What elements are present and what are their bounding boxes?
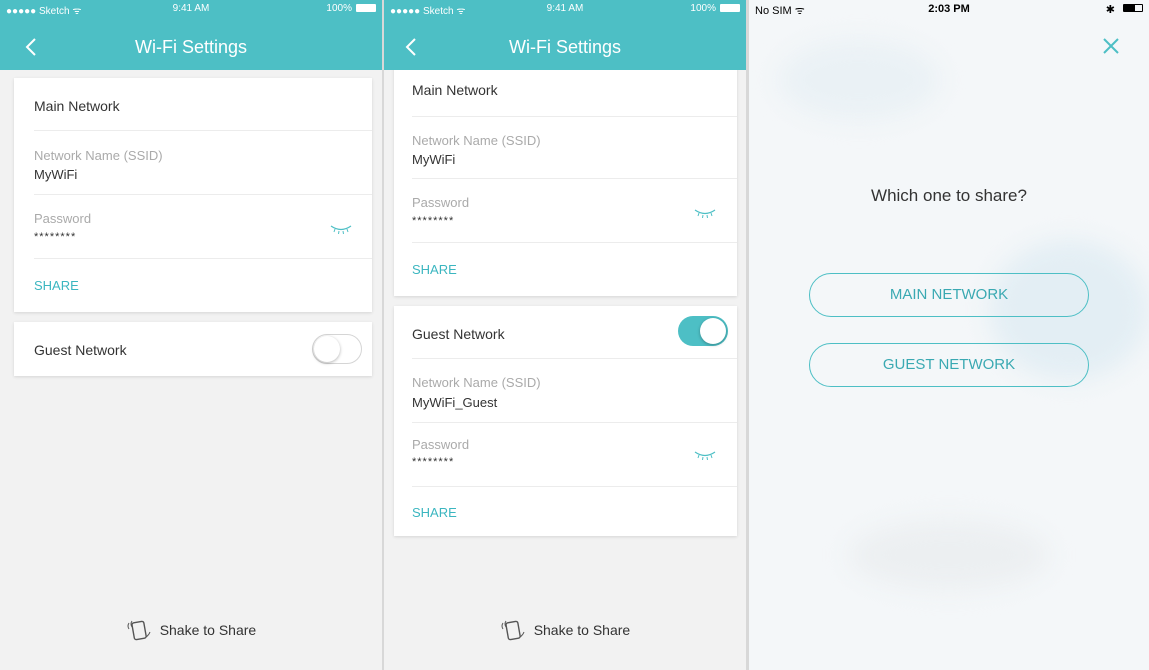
background-blur	[779, 40, 939, 120]
password-value: ********	[34, 231, 77, 243]
page-title: Wi-Fi Settings	[508, 37, 622, 57]
ssid-value: MyWiFi	[412, 152, 456, 167]
battery-icon	[720, 4, 740, 12]
eye-closed-icon[interactable]	[694, 450, 716, 460]
battery-icon	[1123, 4, 1143, 12]
password-value: ********	[412, 215, 455, 227]
status-battery-text: 100%	[690, 3, 716, 14]
share-question: Which one to share?	[871, 186, 1027, 205]
divider	[412, 116, 737, 117]
password-label: Password	[412, 195, 470, 210]
status-time: 2:03 PM	[928, 3, 970, 15]
status-bar: No SIM ᯤ 2:03 PM ✱	[749, 0, 1149, 17]
ssid-value: MyWiFi	[34, 167, 78, 182]
guest-network-toggle[interactable]	[678, 316, 728, 346]
divider	[34, 258, 372, 259]
guest-share-button[interactable]: SHARE	[412, 505, 457, 520]
share-button[interactable]: SHARE	[412, 262, 457, 277]
divider	[412, 486, 737, 487]
guest-ssid-value: MyWiFi_Guest	[412, 395, 498, 410]
screen-wifi-settings-guest-off: ●●●●● Sketch ᯤ 9:41 AM 100% Wi-Fi Settin…	[0, 0, 382, 670]
guest-network-title: Guest Network	[34, 342, 127, 358]
screen-share-chooser: No SIM ᯤ 2:03 PM ✱ Which one to share? M…	[749, 0, 1149, 670]
main-network-card: Main Network Network Name (SSID) MyWiFi …	[394, 60, 737, 296]
page-title: Wi-Fi Settings	[134, 37, 248, 57]
status-bar: ●●●●● Sketch ᯤ 9:41 AM 100%	[0, 0, 382, 17]
guest-password-label: Password	[412, 437, 470, 452]
divider	[412, 178, 737, 179]
guest-password-value: ********	[412, 456, 455, 468]
status-bar: ●●●●● Sketch ᯤ 9:41 AM 100%	[384, 0, 746, 17]
guest-ssid-label: Network Name (SSID)	[412, 375, 541, 390]
shake-phone-icon	[127, 620, 151, 641]
battery-icon	[356, 4, 376, 12]
shake-to-share[interactable]: Shake to Share	[384, 618, 746, 642]
divider	[412, 422, 737, 423]
shake-to-share[interactable]: Shake to Share	[0, 618, 382, 642]
shake-label: Shake to Share	[159, 622, 257, 638]
main-network-title: Main Network	[34, 98, 120, 114]
shake-label: Shake to Share	[533, 622, 631, 638]
guest-network-card: Guest Network	[14, 322, 372, 376]
ssid-label: Network Name (SSID)	[34, 148, 163, 163]
main-network-option-button[interactable]: MAIN NETWORK	[809, 273, 1089, 317]
eye-closed-icon[interactable]	[330, 224, 352, 234]
divider	[34, 130, 372, 131]
screen-wifi-settings-guest-on: Main Network Network Name (SSID) MyWiFi …	[384, 0, 746, 670]
guest-network-title: Guest Network	[412, 326, 505, 342]
main-network-title: Main Network	[412, 82, 498, 98]
header: ●●●●● Sketch ᯤ 9:41 AM 100% Wi-Fi Settin…	[384, 0, 746, 70]
divider	[412, 242, 737, 243]
bluetooth-icon: ✱	[1105, 4, 1115, 16]
shake-phone-icon	[501, 620, 525, 641]
header: ●●●●● Sketch ᯤ 9:41 AM 100% Wi-Fi Settin…	[0, 0, 382, 70]
guest-network-card: Guest Network Network Name (SSID) MyWiFi…	[394, 306, 737, 536]
eye-closed-icon[interactable]	[694, 208, 716, 218]
guest-network-option-button[interactable]: GUEST NETWORK	[809, 343, 1089, 387]
share-button[interactable]: SHARE	[34, 278, 79, 293]
divider	[412, 358, 737, 359]
divider	[34, 194, 372, 195]
password-label: Password	[34, 211, 92, 226]
ssid-label: Network Name (SSID)	[412, 133, 541, 148]
main-network-card: Main Network Network Name (SSID) MyWiFi …	[14, 78, 372, 312]
status-time: 9:41 AM	[172, 3, 210, 14]
close-icon[interactable]	[1101, 36, 1121, 56]
guest-network-toggle[interactable]	[312, 334, 362, 364]
background-blur	[849, 520, 1049, 590]
status-battery-text: 100%	[326, 3, 352, 14]
